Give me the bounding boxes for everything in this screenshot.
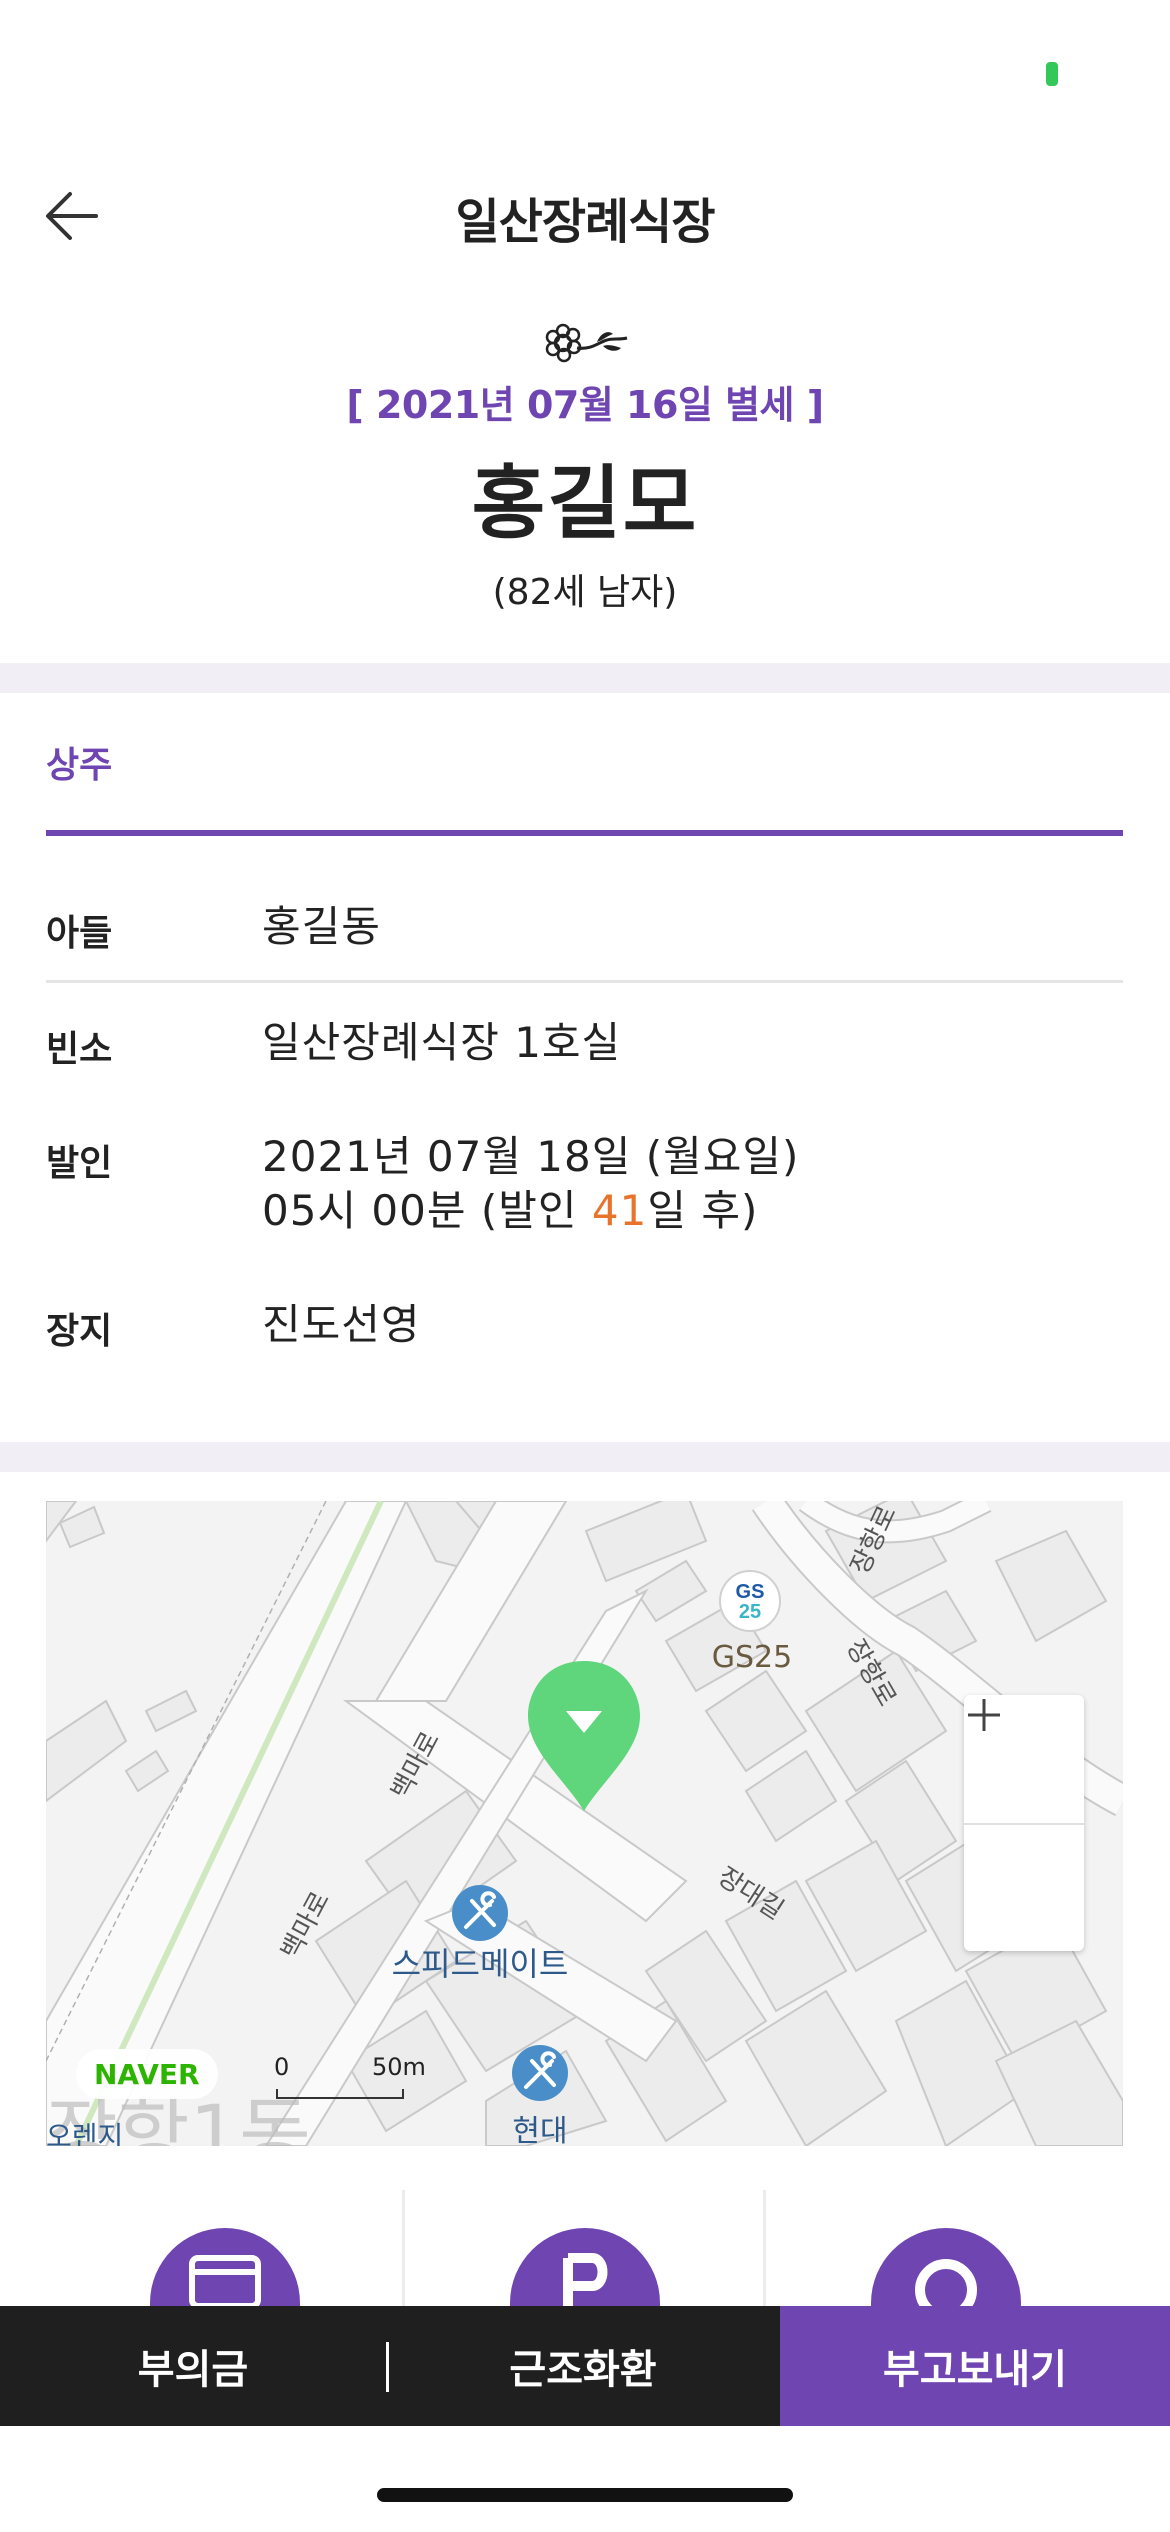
bottom-action-bar: 부의금 근조화환 부고보내기 [0, 2306, 1170, 2426]
gs25-logo-top: GS [736, 1581, 765, 1603]
row-divider [46, 980, 1123, 983]
section-divider [0, 1442, 1170, 1472]
bottom-divider [386, 2342, 389, 2392]
section-title-mourner: 상주 [46, 745, 113, 786]
burial-value: 진도선영 [262, 1300, 421, 1349]
zoom-out-button[interactable] [964, 1713, 1084, 1951]
deceased-age-gender: (82세 남자) [492, 572, 678, 613]
mourner-name: 홍길동 [262, 902, 381, 951]
gs25-logo-bottom: 25 [739, 1601, 761, 1623]
naver-logo[interactable]: NAVER [76, 2049, 218, 2099]
death-date: [ 2021년 07월 16일 별세 ] [346, 383, 824, 427]
section-underline [46, 830, 1123, 836]
flower-wreath-button[interactable]: 근조화환 [386, 2306, 780, 2426]
departure-label: 발인 [46, 1143, 113, 1184]
departure-days-count: 41 [591, 1186, 648, 1235]
wrench-icon [512, 2045, 568, 2101]
map-scale: 0 50m [274, 2053, 426, 2103]
departure-time: 05시 00분 (발인 41일 후) [262, 1184, 799, 1238]
deceased-name: 홍길모 [471, 457, 699, 550]
departure-date: 2021년 07월 18일 (월요일) [262, 1132, 800, 1181]
map-label-hyundai: 현대 [512, 2114, 567, 2146]
departure-time-prefix: 05시 00분 (발인 [262, 1186, 592, 1235]
map-label-partial: 오렌지 [46, 2120, 123, 2146]
map-canvas[interactable]: GS 25 GS25 백마로 백마로 장항로 장항로 장대길 스피드메이트 현대… [46, 1501, 1123, 2146]
room-value: 일산장례식장 1호실 [262, 1018, 622, 1067]
envelope-icon [189, 2255, 261, 2306]
departure-value: 2021년 07월 18일 (월요일) 05시 00분 (발인 41일 후) [262, 1130, 799, 1238]
quick-action-wreath[interactable] [510, 2228, 660, 2306]
burial-label: 장지 [46, 1311, 113, 1352]
minus-icon [968, 1713, 1000, 1717]
map-label-gs25: GS25 [712, 1640, 792, 1675]
scale-bar [276, 2089, 404, 2099]
zoom-control [964, 1695, 1084, 1951]
quick-divider [402, 2190, 405, 2306]
room-label: 빈소 [46, 1029, 113, 1070]
departure-time-suffix: 일 후) [647, 1186, 759, 1235]
scale-zero-label: 0 [274, 2053, 290, 2081]
chrysanthemum-icon [545, 323, 628, 363]
send-obituary-button[interactable]: 부고보내기 [780, 2306, 1170, 2426]
home-indicator[interactable] [377, 2488, 793, 2502]
quick-actions [0, 2186, 1170, 2306]
battery-indicator [1046, 62, 1058, 86]
mourner-relation-label: 아들 [46, 913, 113, 954]
quick-divider [763, 2190, 766, 2306]
status-bar [0, 0, 1170, 140]
quick-action-condolence[interactable] [150, 2228, 300, 2306]
scale-distance-label: 50m [372, 2053, 426, 2081]
location-map[interactable]: GS 25 GS25 백마로 백마로 장항로 장항로 장대길 스피드메이트 현대… [46, 1501, 1123, 2146]
gs25-icon: GS 25 [719, 1570, 781, 1632]
page-title: 일산장례식장 [455, 194, 716, 250]
nav-header: 일산장례식장 [0, 160, 1170, 270]
quick-action-share[interactable] [871, 2228, 1021, 2306]
person-icon [915, 2259, 977, 2306]
wreath-icon [563, 2253, 608, 2306]
condolence-money-button[interactable]: 부의금 [0, 2306, 386, 2426]
section-divider [0, 663, 1170, 693]
wrench-icon [452, 1885, 508, 1941]
map-label-speedmate: 스피드메이트 [392, 1945, 569, 1983]
deceased-info: [ 2021년 07월 16일 별세 ] 홍길모 (82세 남자) [0, 318, 1170, 615]
